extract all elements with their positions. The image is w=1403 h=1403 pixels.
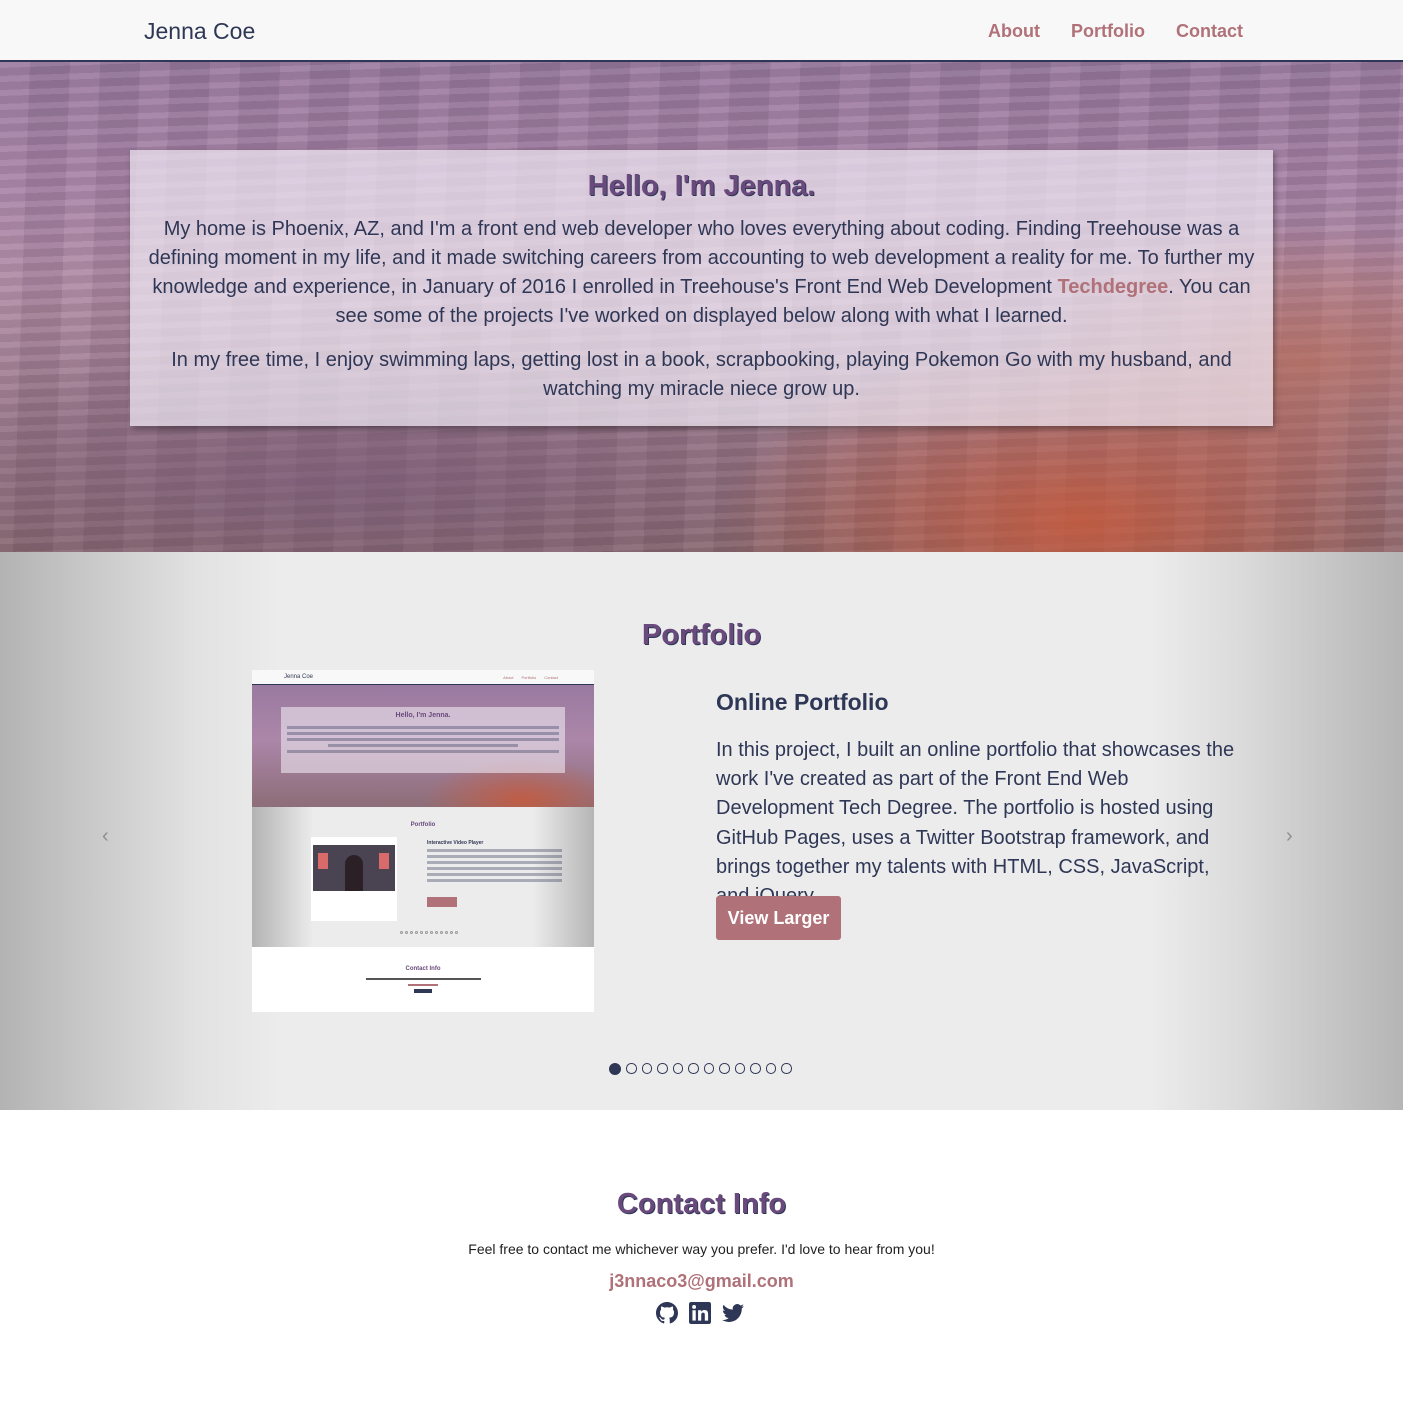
portfolio-title: Portfolio — [641, 619, 762, 651]
thumb-contact-title: Contact Info — [405, 966, 441, 972]
project-title: Online Portfolio — [716, 689, 889, 715]
view-larger-button[interactable]: View Larger — [716, 896, 841, 940]
thumb-portfolio: Portfolio Interactive Video Player — [252, 807, 594, 947]
nav-link-about[interactable]: About — [988, 21, 1040, 42]
thumb-hero: Hello, I'm Jenna. — [252, 685, 594, 807]
carousel-prev-arrow[interactable]: ‹ — [102, 825, 109, 848]
thumb-video-art — [379, 853, 389, 869]
carousel-indicator-dot[interactable] — [672, 1063, 683, 1074]
about-card: Hello, I'm Jenna. My home is Phoenix, AZ… — [130, 150, 1273, 426]
thumb-text-line — [427, 861, 562, 864]
thumb-contact: Contact Info — [252, 947, 594, 1012]
thumb-carousel-dots — [400, 931, 458, 934]
project-description: In this project, I built an online portf… — [716, 739, 1235, 907]
thumb-video — [313, 845, 395, 891]
thumb-link: Portfolio — [521, 675, 537, 680]
contact-title: Contact Info — [616, 1188, 787, 1220]
thumb-text-line — [287, 750, 559, 753]
thumb-portfolio-title: Portfolio — [410, 822, 436, 828]
thumb-hero-title: Hello, I'm Jenna. — [395, 712, 451, 719]
carousel-indicator-dot[interactable] — [641, 1063, 652, 1074]
thumb-text-line — [287, 738, 559, 741]
social-links — [656, 1302, 744, 1324]
contact-email-link[interactable]: j3nnaco3@gmail.com — [0, 1271, 1403, 1292]
thumb-text-line — [427, 879, 562, 882]
thumb-text-line — [427, 867, 562, 870]
nav-links: About Portfolio Contact — [988, 21, 1243, 42]
thumb-text-line — [287, 732, 559, 735]
carousel-indicator-dot[interactable] — [626, 1063, 637, 1074]
navbar: Jenna Coe About Portfolio Contact — [0, 0, 1403, 62]
carousel-indicator-dot[interactable] — [703, 1063, 714, 1074]
carousel-next-arrow[interactable]: › — [1286, 825, 1293, 848]
carousel-indicator-dot[interactable] — [657, 1063, 668, 1074]
hero-section: Hello, I'm Jenna. My home is Phoenix, AZ… — [0, 62, 1403, 552]
carousel-indicator-dot[interactable] — [688, 1063, 699, 1074]
thumb-text-lines — [281, 719, 565, 760]
contact-section: Contact Info Feel free to contact me whi… — [0, 1110, 1403, 1403]
thumb-video-person — [345, 855, 363, 891]
carousel-indicator-dot[interactable] — [609, 1063, 621, 1075]
techdegree-link[interactable]: Techdegree — [1058, 276, 1169, 298]
carousel-indicator-dot[interactable] — [781, 1063, 792, 1074]
thumb-contact-email — [408, 984, 438, 986]
carousel-indicators — [609, 1063, 792, 1075]
thumb-project-title: Interactive Video Player — [427, 840, 484, 846]
thumb-navbar: Jenna Coe About Portfolio Contact — [252, 670, 594, 685]
carousel-indicator-dot[interactable] — [765, 1063, 776, 1074]
nav-link-contact[interactable]: Contact — [1176, 21, 1243, 42]
thumb-project-text: Interactive Video Player — [427, 840, 562, 885]
thumb-text-line — [427, 849, 562, 852]
carousel-indicator-dot[interactable] — [719, 1063, 730, 1074]
thumb-contact-icons — [414, 989, 432, 993]
twitter-icon[interactable] — [722, 1302, 744, 1324]
hero-title: Hello, I'm Jenna. — [587, 170, 816, 202]
thumb-card: Hello, I'm Jenna. — [281, 707, 565, 773]
nav-link-portfolio[interactable]: Portfolio — [1071, 21, 1145, 42]
thumb-text-line — [427, 873, 562, 876]
thumb-button — [427, 897, 457, 907]
contact-text: Feel free to contact me whichever way yo… — [468, 1241, 935, 1257]
github-icon[interactable] — [656, 1302, 678, 1324]
thumb-links: About Portfolio Contact — [503, 675, 558, 680]
linkedin-icon[interactable] — [689, 1302, 711, 1324]
carousel-indicator-dot[interactable] — [734, 1063, 745, 1074]
project-screenshot: Jenna Coe About Portfolio Contact Hello,… — [252, 670, 594, 1012]
thumb-text-line — [427, 855, 562, 858]
thumb-text-line — [327, 744, 519, 747]
free-time-paragraph: In my free time, I enjoy swimming laps, … — [171, 349, 1232, 400]
thumb-text-line — [287, 726, 559, 729]
about-paragraph: My home is Phoenix, AZ, and I'm a front … — [130, 215, 1273, 331]
carousel-indicator-dot[interactable] — [750, 1063, 761, 1074]
thumb-project-image — [311, 837, 397, 921]
portfolio-section: Portfolio Jenna Coe About Portfolio Cont… — [0, 552, 1403, 1110]
thumb-video-art — [318, 853, 328, 869]
thumb-contact-line — [365, 978, 481, 980]
thumb-link: Contact — [544, 675, 558, 680]
brand-name[interactable]: Jenna Coe — [144, 18, 255, 45]
thumb-brand: Jenna Coe — [284, 674, 314, 680]
thumb-link: About — [503, 675, 514, 680]
